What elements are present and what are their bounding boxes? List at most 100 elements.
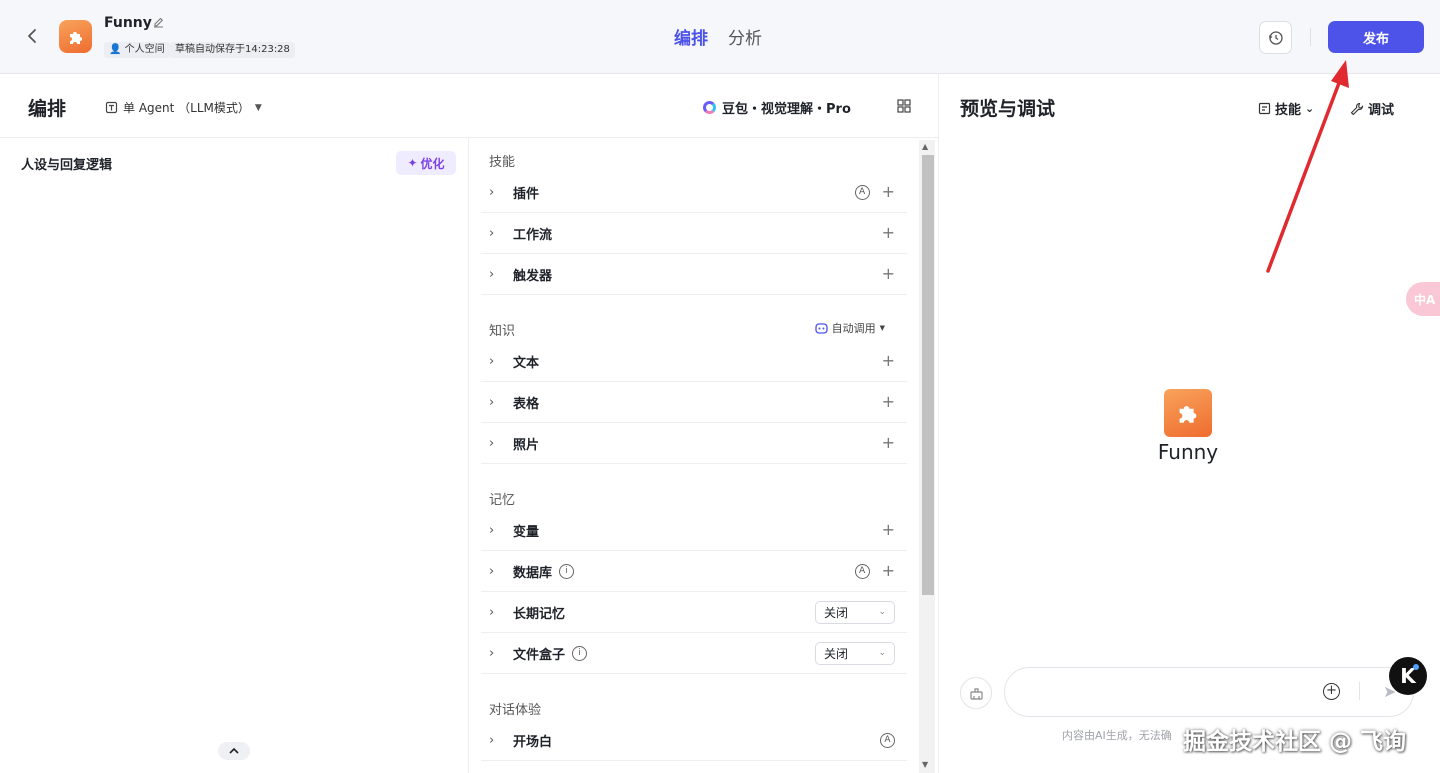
preview-skill-menu[interactable]: 技能 ⌄ — [1258, 99, 1314, 118]
skills-panel: 技能 › 插件 A + › 工作流 + › 触发器 + 知识 自动调用 ▼ › 文… — [469, 138, 919, 773]
auto-icon[interactable]: A — [880, 732, 895, 748]
publish-button[interactable]: 发布 — [1328, 21, 1424, 53]
collapse-button[interactable] — [218, 742, 250, 760]
skill-item-trigger[interactable]: › 触发器 + — [481, 254, 907, 295]
input-divider — [1359, 682, 1360, 700]
auto-call-select[interactable]: 自动调用 ▼ — [814, 320, 885, 336]
optimize-button[interactable]: ✦ 优化 — [396, 151, 456, 175]
wrench-icon — [1350, 102, 1364, 115]
chevron-right-icon: › — [489, 604, 495, 620]
auto-icon[interactable]: A — [854, 563, 870, 579]
skills-scroll-thumb[interactable] — [922, 155, 934, 595]
add-attachment-icon[interactable]: + — [1323, 683, 1340, 700]
skill-item-workflow[interactable]: › 工作流 + — [481, 213, 907, 254]
skill-icon — [1258, 102, 1271, 115]
chevron-down-icon: ⌄ — [878, 607, 886, 617]
info-icon[interactable]: i — [572, 645, 588, 661]
chevron-down-icon: ⌄ — [1305, 102, 1315, 115]
doubao-logo-icon — [703, 101, 716, 114]
file-box-select[interactable]: 关闭 ⌄ — [815, 641, 895, 665]
add-icon[interactable]: + — [882, 353, 895, 369]
watermark: 掘金技术社区 @ 飞询 — [1183, 729, 1407, 755]
agent-icon — [105, 101, 118, 114]
bot-avatar — [1164, 389, 1212, 437]
edit-icon[interactable] — [152, 16, 165, 33]
chevron-right-icon: › — [489, 266, 495, 282]
agent-mode-select[interactable]: 单 Agent （LLM模式） ▼ — [105, 99, 262, 116]
broom-icon — [969, 687, 983, 700]
knowledge-item-table[interactable]: › 表格 + — [481, 382, 907, 423]
tab-arrange[interactable]: 编排 — [674, 24, 708, 49]
grid-settings-icon[interactable] — [897, 99, 911, 117]
chevron-right-icon: › — [489, 732, 495, 748]
chat-input[interactable] — [1004, 667, 1414, 717]
section-knowledge-title: 知识 — [489, 324, 516, 339]
clear-history-button[interactable] — [960, 677, 992, 709]
bot-name: Funny — [1157, 440, 1219, 464]
memory-item-variable[interactable]: › 变量 + — [481, 510, 907, 551]
caret-down-icon: ▼ — [879, 324, 885, 332]
add-icon[interactable]: + — [882, 563, 895, 579]
memory-item-database[interactable]: › 数据库 i A + — [481, 551, 907, 592]
translate-fab[interactable]: 中A — [1406, 282, 1440, 316]
sparkle-icon: ✦ — [407, 156, 418, 170]
agent-mode-label: 单 Agent （LLM模式） — [123, 101, 250, 115]
back-button[interactable] — [22, 26, 42, 48]
add-icon[interactable]: + — [882, 266, 895, 282]
top-bar: Funny 👤 个人空间 草稿自动保存于14:23:28 编排 分析 发布 — [0, 0, 1440, 74]
info-icon[interactable]: i — [559, 563, 575, 579]
history-icon — [1268, 30, 1283, 45]
header-divider — [1310, 28, 1311, 46]
tab-analysis[interactable]: 分析 — [728, 24, 762, 49]
chevron-right-icon: › — [489, 353, 495, 369]
user-icon: 👤 — [109, 44, 122, 55]
chevron-right-icon: › — [489, 225, 495, 241]
section-skills-title: 技能 — [489, 155, 516, 170]
add-icon[interactable]: + — [882, 184, 895, 200]
puzzle-icon — [1179, 406, 1197, 423]
preview-title: 预览与调试 — [960, 98, 1056, 120]
robot-icon — [814, 322, 828, 334]
auto-icon[interactable]: A — [854, 184, 870, 200]
persona-title: 人设与回复逻辑 — [21, 158, 113, 173]
preview-divider — [938, 74, 939, 773]
chevron-right-icon: › — [489, 394, 495, 410]
editor-title: 编排 — [28, 98, 67, 120]
caret-down-icon: ▼ — [254, 102, 262, 113]
space-tag: 👤 个人空间 — [104, 42, 170, 58]
main-tabs: 编排 分析 — [674, 24, 762, 49]
chevron-right-icon: › — [489, 184, 495, 200]
app-name: Funny — [104, 15, 152, 31]
add-icon[interactable]: + — [882, 435, 895, 451]
memory-item-file-box[interactable]: › 文件盒子 i 关闭 ⌄ — [481, 633, 907, 674]
history-button[interactable] — [1259, 21, 1292, 54]
scroll-down-icon[interactable]: ▼ — [922, 760, 928, 769]
model-label: 豆包・视觉理解・Pro — [722, 102, 851, 117]
knowledge-item-text[interactable]: › 文本 + — [481, 341, 907, 382]
add-icon[interactable]: + — [882, 394, 895, 410]
model-select[interactable]: 豆包・视觉理解・Pro — [703, 98, 851, 117]
autosave-tag: 草稿自动保存于14:23:28 — [170, 42, 295, 58]
preview-debug-button[interactable]: 调试 — [1350, 99, 1394, 118]
chevron-right-icon: › — [489, 522, 495, 538]
puzzle-icon — [69, 31, 82, 44]
k-badge-dot — [1413, 664, 1419, 670]
knowledge-item-photo[interactable]: › 照片 + — [481, 423, 907, 464]
skill-item-plugin[interactable]: › 插件 A + — [481, 172, 907, 213]
add-icon[interactable]: + — [882, 225, 895, 241]
chevron-right-icon: › — [489, 645, 495, 661]
app-icon[interactable] — [59, 20, 92, 53]
dialog-item-opening[interactable]: › 开场白 A — [481, 720, 907, 761]
k-badge[interactable]: K — [1389, 657, 1427, 695]
memory-item-long-term[interactable]: › 长期记忆 关闭 ⌄ — [481, 592, 907, 633]
long-term-memory-select[interactable]: 关闭 ⌄ — [815, 600, 895, 624]
chevron-right-icon: › — [489, 435, 495, 451]
section-dialog-title: 对话体验 — [489, 703, 542, 718]
chevron-up-icon — [229, 747, 239, 754]
chevron-down-icon: ⌄ — [878, 648, 886, 658]
scroll-up-icon[interactable]: ▲ — [922, 142, 928, 151]
section-memory-title: 记忆 — [489, 493, 516, 508]
chevron-left-icon — [28, 29, 36, 43]
add-icon[interactable]: + — [882, 522, 895, 538]
chevron-right-icon: › — [489, 563, 495, 579]
